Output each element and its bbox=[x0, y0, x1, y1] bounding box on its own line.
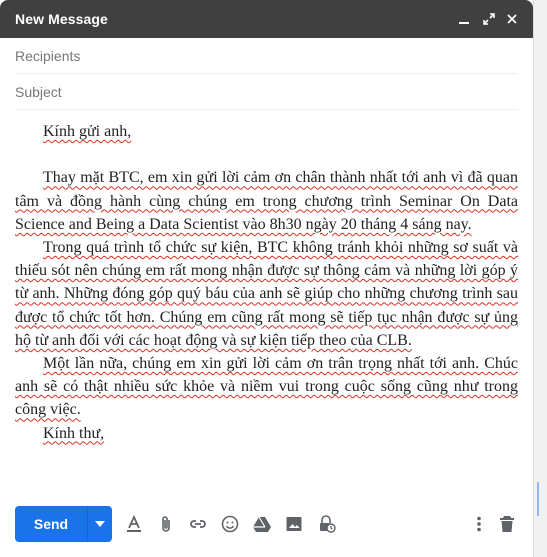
body-paragraph: Trong quá trình tổ chức sự kiện, BTC khô… bbox=[15, 239, 518, 349]
closing-text: Kính thư, bbox=[43, 424, 105, 442]
more-options-icon[interactable] bbox=[467, 512, 491, 536]
minimize-icon[interactable] bbox=[455, 10, 473, 28]
close-icon[interactable] bbox=[503, 10, 521, 28]
body-paragraph: Thay mặt BTC, em xin gửi lời cảm ơn chân… bbox=[15, 169, 518, 233]
trash-icon[interactable] bbox=[495, 512, 519, 536]
closing-line: Kính thư, bbox=[15, 422, 518, 445]
compose-titlebar[interactable]: New Message bbox=[0, 0, 533, 38]
send-button[interactable]: Send bbox=[15, 506, 87, 542]
drive-icon[interactable] bbox=[250, 512, 274, 536]
send-button-group: Send bbox=[15, 506, 112, 542]
compose-toolbar: Send bbox=[0, 504, 533, 544]
photo-icon[interactable] bbox=[282, 512, 306, 536]
confidential-icon[interactable] bbox=[314, 512, 338, 536]
recipients-input[interactable] bbox=[15, 39, 518, 73]
link-icon[interactable] bbox=[186, 512, 210, 536]
emoji-icon[interactable] bbox=[218, 512, 242, 536]
attach-icon[interactable] bbox=[154, 512, 178, 536]
selection-marker bbox=[537, 482, 539, 516]
scrollbar-track[interactable] bbox=[533, 0, 547, 557]
subject-field[interactable] bbox=[15, 74, 518, 110]
message-body[interactable]: Kính gửi anh, Thay mặt BTC, em xin gửi l… bbox=[15, 120, 518, 492]
caret-down-icon[interactable] bbox=[87, 506, 112, 542]
text-format-icon[interactable] bbox=[122, 512, 146, 536]
expand-icon[interactable] bbox=[480, 10, 498, 28]
subject-input[interactable] bbox=[15, 75, 518, 109]
body-paragraph: Một lần nữa, chúng em xin gửi lời cảm ơn… bbox=[15, 355, 518, 419]
recipients-field[interactable] bbox=[15, 38, 518, 74]
greeting-text: Kính gửi anh, bbox=[43, 123, 132, 140]
compose-window: New Message Kính gửi anh, Thay mặt BTC, … bbox=[0, 0, 533, 557]
greeting-line: Kính gửi anh, bbox=[15, 120, 518, 143]
window-title: New Message bbox=[15, 11, 108, 27]
